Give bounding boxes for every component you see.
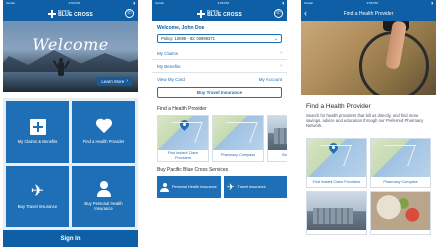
service-label: Personal Health Insurance [172,184,217,189]
chevron-right-icon: › [280,50,282,56]
nav-title: Find a Health Provider [343,10,394,17]
hero-title: Welcome [32,35,109,54]
buy-travel-insurance-button[interactable]: Buy Travel Insurance [157,87,282,98]
policy-select[interactable]: Policy: 10099 - ID: 00999371 ⌄ [157,34,282,43]
provider-cards: Find Instant Claim Providers Pharmacy Co… [152,115,287,162]
brand-logo: PACIFIC BLUE CROSS [48,9,93,18]
app-header: PACIFIC BLUE CROSS ✆ [152,6,287,21]
map-image [371,139,430,177]
menu-item-my-claims[interactable]: My Claims › [152,47,287,60]
nav-bar: ‹ Find a Health Provider [301,6,436,21]
cyclist-hero-image [301,21,436,95]
my-account-link[interactable]: My Account [259,77,282,82]
chevron-right-icon: › [280,63,282,69]
tile-label: Find a Health Provider [82,139,125,145]
tile-claims-benefits[interactable]: My Claims & Benefits [6,101,69,163]
tile-label: Buy Travel Insurance [17,203,58,209]
heart-icon [95,119,113,135]
policy-value: Policy: 10099 - ID: 00999371 [161,36,216,41]
hero-banner: Welcome Learn More › [3,21,138,92]
card-buy-my-pharmacy[interactable]: Buy My Ph... [267,115,287,162]
app-header: PACIFIC BLUE CROSS ✆ [3,6,138,21]
tile-label: Buy Personal Health Insurance [84,201,123,212]
learn-more-label: Learn More [101,79,125,84]
card-label: Pharmacy Compass [220,153,256,158]
card-instant-claim-providers[interactable]: Find Instant Claim Providers [306,138,367,188]
dashboard-screen: Carrier 2:56 PM ▮ PACIFIC BLUE CROSS ✆ W… [152,0,287,247]
sign-in-button[interactable]: Sign In [3,230,138,247]
menu-item-my-benefits[interactable]: My Benefits › [152,60,287,73]
map-image [213,116,263,150]
card-pharmacy-compass[interactable]: Pharmacy Compass [370,138,431,188]
cross-logo-icon [197,9,206,18]
brand-name: BLUE CROSS [58,11,93,18]
food-image [371,192,430,230]
chevron-right-icon: › [126,78,128,84]
menu-label: My Benefits [157,63,181,69]
card-label: Find Instant Claim Providers [312,179,361,184]
service-label: Travel Insurance [237,184,266,189]
cross-logo-icon [48,9,57,18]
city-image [268,116,287,150]
menu-label: My Claims [157,50,178,56]
phone-icon[interactable]: ✆ [125,9,134,18]
back-chevron-icon[interactable]: ‹ [304,8,307,18]
card-food[interactable] [370,191,431,235]
account-panel: Welcome, John Doe Policy: 10099 - ID: 00… [152,21,287,43]
brand-name: BLUE CROSS [207,11,242,18]
claims-plus-icon [29,119,46,136]
map-pin-icon [327,141,340,154]
card-label: Buy My Ph... [282,153,287,158]
card-label: Pharmacy Compass [383,179,418,184]
card-city[interactable] [306,191,367,235]
learn-more-button[interactable]: Learn More › [97,77,132,86]
section-heading-find-provider: Find a Health Provider [157,106,207,112]
tile-buy-travel[interactable]: ✈ Buy Travel Insurance [6,165,69,227]
plane-icon: ✈ [227,181,235,192]
view-card-link[interactable]: View My Card [157,77,185,82]
map-pin-icon [178,118,191,131]
tile-find-provider[interactable]: Find a Health Provider [72,101,135,163]
card-instant-claim-providers[interactable]: Find Instant Claim Providers [157,115,209,162]
plane-icon: ✈ [30,182,45,200]
map-image [158,116,208,150]
page-description: Search for health providers that bill us… [306,113,424,129]
section-heading-services: Buy Pacific Blue Cross Services [157,167,229,173]
card-label: Find Instant Claim Providers [167,151,199,160]
page-heading: Find a Health Provider [306,103,371,110]
service-personal-health[interactable]: Personal Health Insurance [157,176,221,198]
city-image [307,192,366,230]
tile-label: My Claims & Benefits [17,139,58,145]
phone-icon[interactable]: ✆ [274,9,283,18]
chevron-down-icon: ⌄ [273,35,278,42]
welcome-text: Welcome, John Doe [157,25,205,31]
card-pharmacy-compass[interactable]: Pharmacy Compass [212,115,264,162]
person-icon [96,181,112,198]
brand-logo: PACIFIC BLUE CROSS [197,9,242,18]
card-account-links: View My Card My Account [152,73,287,85]
find-provider-screen: Carrier 2:56 PM ▮ ‹ Find a Health Provid… [301,0,436,247]
action-tiles: My Claims & Benefits Find a Health Provi… [3,98,138,230]
home-screen: Carrier 2:56 PM ▮ PACIFIC BLUE CROSS ✆ W… [3,0,138,247]
provider-cards: Find Instant Claim Providers Pharmacy Co… [306,138,431,235]
tile-buy-personal-health[interactable]: Buy Personal Health Insurance [72,165,135,227]
person-icon [160,182,169,192]
hiker-figure [52,58,70,78]
map-image [307,139,366,177]
services-row: Personal Health Insurance ✈ Travel Insur… [152,176,287,198]
service-travel-insurance[interactable]: ✈ Travel Insurance [224,176,287,198]
